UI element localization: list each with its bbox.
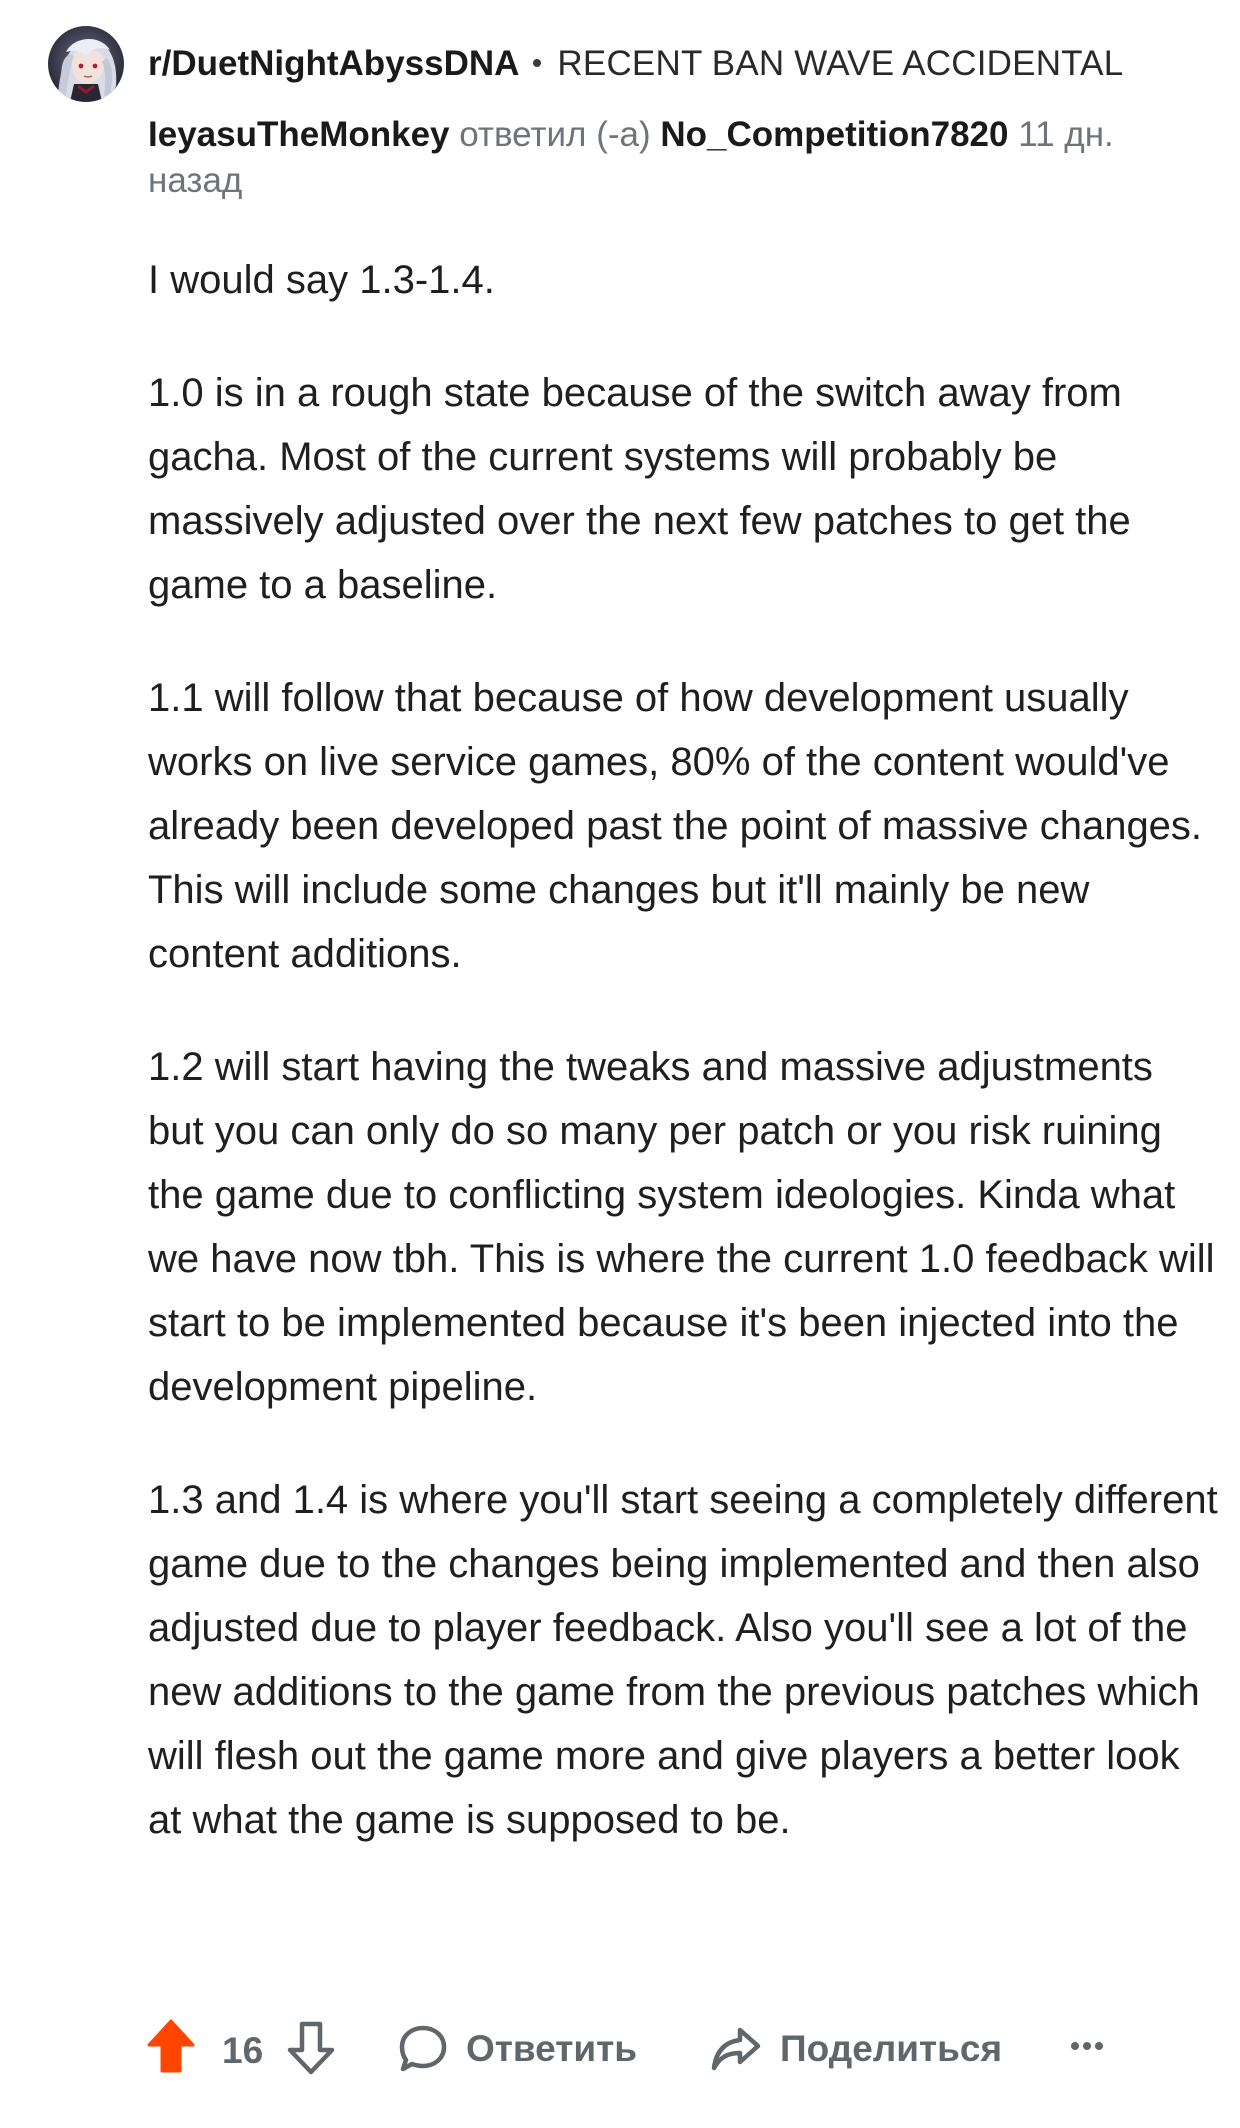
avatar-image [48, 26, 124, 102]
reply-button[interactable]: Ответить [398, 2024, 637, 2074]
post-context: r/DuetNightAbyssDNA RECENT BAN WAVE ACCID… [148, 38, 1208, 90]
downvote-arrow-icon [287, 2021, 335, 2075]
reply-label: Ответить [466, 2028, 637, 2069]
share-label: Поделиться [780, 2028, 1003, 2069]
comment-paragraph: I would say 1.3-1.4. [148, 258, 495, 302]
share-arrow-icon [711, 2027, 761, 2071]
author-username[interactable]: IeyasuTheMonkey [148, 115, 450, 154]
more-dots-icon [1071, 2042, 1103, 2050]
separator-dot [533, 58, 542, 67]
replied-to-username[interactable]: No_Competition7820 [660, 115, 1008, 154]
comment-paragraph: 1.0 is in a rough state because of the s… [148, 371, 1131, 607]
downvote-button[interactable] [286, 2020, 336, 2076]
replied-label: ответил (-а) [459, 115, 651, 154]
comment-paragraph: 1.2 will start having the tweaks and mas… [148, 1045, 1215, 1409]
avatar[interactable] [48, 26, 124, 102]
comment-header: r/DuetNightAbyssDNA RECENT BAN WAVE ACCID… [148, 38, 1208, 204]
speech-bubble-icon [399, 2025, 447, 2072]
comment-actions-bar: 16 Ответить Поделиться [0, 2010, 1240, 2090]
subreddit-link[interactable]: r/DuetNightAbyssDNA [148, 44, 519, 83]
comment-meta: IeyasuTheMonkey ответил (-а) No_Competit… [148, 112, 1208, 204]
more-options-button[interactable] [1070, 2040, 1104, 2052]
comment-paragraph: 1.1 will follow that because of how deve… [148, 676, 1203, 976]
post-title-link[interactable]: RECENT BAN WAVE ACCIDENTAL [557, 44, 1123, 83]
comment-body: I would say 1.3-1.4. 1.0 is in a rough s… [148, 248, 1218, 1901]
upvote-arrow-icon [147, 2019, 195, 2073]
share-button[interactable]: Поделиться [710, 2024, 1002, 2074]
comment-card: r/DuetNightAbyssDNA RECENT BAN WAVE ACCID… [0, 0, 1240, 2128]
upvote-button[interactable] [146, 2018, 196, 2074]
vote-count: 16 [222, 2030, 264, 2071]
comment-paragraph: 1.3 and 1.4 is where you'll start seeing… [148, 1478, 1218, 1842]
